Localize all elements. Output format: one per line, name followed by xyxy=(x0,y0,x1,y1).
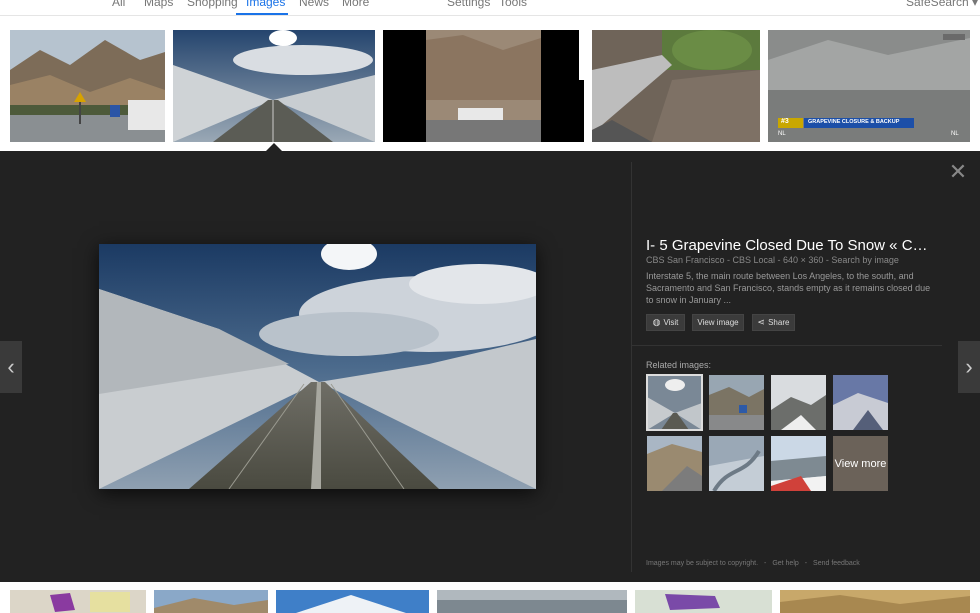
result-thumbnail[interactable] xyxy=(780,590,970,613)
result-thumbnail[interactable]: #3 GRAPEVINE CLOSURE & BACKUP NL NL xyxy=(768,30,970,142)
image-description: Interstate 5, the main route between Los… xyxy=(646,271,931,305)
search-tabs-bar: All Maps Shopping Images News More Setti… xyxy=(0,0,980,16)
tab-shopping[interactable]: Shopping xyxy=(187,0,238,9)
tab-news[interactable]: News xyxy=(299,0,329,9)
result-thumbnail[interactable] xyxy=(10,590,146,613)
tab-maps[interactable]: Maps xyxy=(144,0,173,9)
news-banner: GRAPEVINE CLOSURE & BACKUP xyxy=(808,119,900,125)
share-label: Share xyxy=(768,318,790,327)
news-corner-right: NL xyxy=(951,131,959,137)
news-corner-left: NL xyxy=(778,131,786,137)
related-image[interactable] xyxy=(771,375,826,430)
result-thumbnail[interactable] xyxy=(10,30,165,142)
related-divider xyxy=(632,345,942,346)
prev-arrow-icon[interactable]: ‹ xyxy=(0,341,22,393)
share-button[interactable]: ⋖ Share xyxy=(752,314,795,331)
send-feedback-link[interactable]: Send feedback xyxy=(813,560,860,567)
image-results-row: #3 GRAPEVINE CLOSURE & BACKUP NL NL xyxy=(0,17,980,151)
tools-link[interactable]: Tools xyxy=(499,0,527,9)
tab-images[interactable]: Images xyxy=(246,0,285,9)
safesearch-dropdown[interactable]: SafeSearch ▾ xyxy=(906,0,978,9)
get-help-link[interactable]: Get help xyxy=(772,560,798,567)
panel-divider xyxy=(631,162,632,572)
result-thumbnail[interactable] xyxy=(154,590,268,613)
settings-link[interactable]: Settings xyxy=(447,0,490,9)
view-more-button[interactable]: View more xyxy=(833,436,888,491)
result-thumbnail[interactable] xyxy=(635,590,772,613)
result-thumbnail[interactable] xyxy=(592,30,760,142)
related-image[interactable] xyxy=(771,436,826,491)
result-thumbnail[interactable] xyxy=(383,30,584,142)
related-image[interactable] xyxy=(647,436,702,491)
next-arrow-icon[interactable]: › xyxy=(958,341,980,393)
related-image[interactable] xyxy=(709,436,764,491)
selection-pointer xyxy=(266,143,282,151)
footer-separator: - xyxy=(804,560,808,567)
image-meta: CBS San Francisco - CBS Local - 640 × 36… xyxy=(646,255,899,265)
image-results-row-bottom xyxy=(0,582,980,613)
share-icon: ⋖ xyxy=(757,317,766,327)
globe-icon: ◍ xyxy=(652,317,661,327)
related-images-label: Related images: xyxy=(646,360,712,370)
preview-image[interactable] xyxy=(99,244,536,489)
visit-button[interactable]: ◍ Visit xyxy=(646,314,685,331)
active-tab-indicator xyxy=(236,13,288,15)
tab-all[interactable]: All xyxy=(112,0,125,9)
visit-label: Visit xyxy=(663,318,679,327)
view-image-button[interactable]: View image xyxy=(692,314,744,331)
result-thumbnail[interactable] xyxy=(276,590,429,613)
view-image-label: View image xyxy=(697,318,739,327)
copyright-note: Images may be subject to copyright. xyxy=(646,560,759,567)
news-badge: #3 xyxy=(781,118,789,125)
tab-more[interactable]: More xyxy=(342,0,369,9)
result-thumbnail[interactable] xyxy=(437,590,627,613)
close-icon[interactable]: ✕ xyxy=(948,161,968,183)
footer-links: Images may be subject to copyright. - Ge… xyxy=(646,560,864,567)
related-image[interactable] xyxy=(646,374,703,431)
related-image[interactable] xyxy=(709,375,764,430)
result-thumbnail-selected[interactable] xyxy=(173,30,375,142)
related-image[interactable] xyxy=(833,375,888,430)
image-title[interactable]: I- 5 Grapevine Closed Due To Snow « C… xyxy=(646,237,936,254)
footer-separator: - xyxy=(764,560,767,567)
